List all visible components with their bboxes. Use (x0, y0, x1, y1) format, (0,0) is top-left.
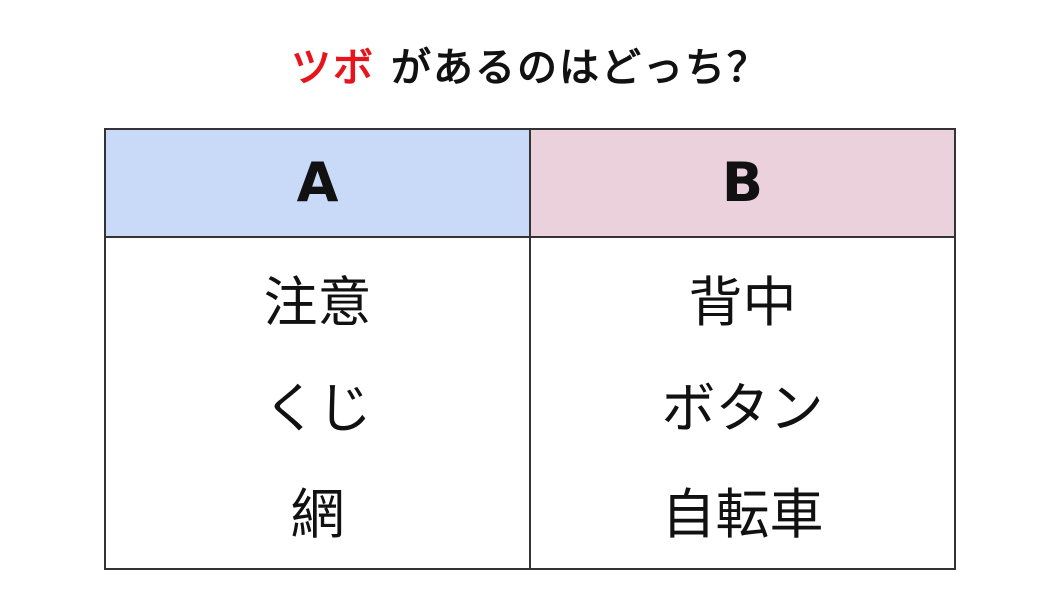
column-a: 注意 くじ 網 (104, 236, 531, 570)
word-a-3: 網 (290, 483, 345, 546)
word-a-2: くじ (263, 377, 372, 440)
words-row: 注意 くじ 網 背中 ボタン 自転車 (104, 236, 956, 570)
title-question: があるのはどっち？ (390, 45, 769, 91)
header-a: A (104, 128, 531, 238)
header-row: A B (104, 128, 956, 238)
word-a-1: 注意 (263, 271, 372, 334)
title-highlight: ツボ (291, 45, 376, 91)
header-b: B (529, 128, 956, 238)
word-b-1: 背中 (688, 271, 797, 334)
word-b-2: ボタン (661, 377, 824, 440)
quiz-title: ツボ があるのはどっち？ (0, 38, 1060, 98)
column-b: 背中 ボタン 自転車 (529, 236, 956, 570)
word-b-3: 自転車 (661, 483, 824, 546)
choice-table: A B 注意 くじ 網 背中 ボタン 自転車 (104, 128, 956, 570)
